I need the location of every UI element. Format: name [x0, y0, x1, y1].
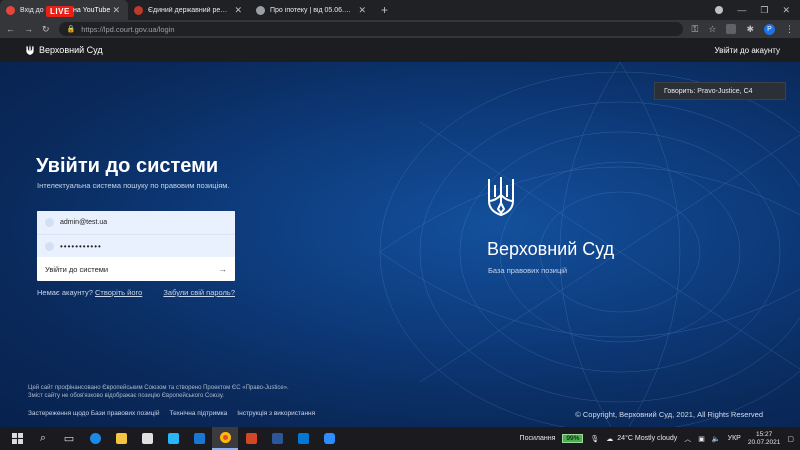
email-field-icon	[45, 218, 54, 227]
live-caption: на YouTube	[73, 7, 111, 14]
live-badge: LIVE	[46, 6, 74, 17]
submit-label: Увійти до системи	[45, 264, 109, 274]
chrome-icon[interactable]	[212, 427, 238, 450]
mail-icon[interactable]	[186, 427, 212, 450]
create-account-link[interactable]: Створіть його	[95, 288, 142, 297]
close-window-icon[interactable]: ✕	[782, 5, 790, 16]
password-value: •••••••••••	[60, 241, 102, 251]
reload-icon[interactable]: ↻	[42, 24, 50, 35]
network-icon[interactable]: ▣	[698, 435, 705, 443]
task-view-icon[interactable]: ▭	[56, 427, 82, 450]
clock-date: 20.07.2021	[747, 438, 781, 446]
search-icon[interactable]: ⌕	[30, 427, 56, 450]
back-icon[interactable]: ←	[6, 24, 15, 34]
network-label: Посилання	[519, 435, 556, 442]
arrow-right-icon: →	[218, 264, 227, 274]
footer-links: Застереження щодо Бази правових позицій …	[28, 410, 315, 417]
login-submit-button[interactable]: Увійти до системи →	[37, 257, 235, 281]
password-field[interactable]: •••••••••••	[37, 234, 235, 257]
weather-text: 24°C Mostly cloudy	[617, 435, 678, 442]
logo-text: Верховний Суд	[39, 45, 103, 55]
maximize-icon[interactable]: ❐	[760, 5, 768, 16]
footer-link-support[interactable]: Технічна підтримка	[169, 410, 227, 417]
windows-taskbar: ⌕ ▭ Посилання 99% 🎙 ☁ 24°C Mostly cloudy…	[0, 427, 800, 450]
tab-court-registry[interactable]: Єдиний державний реєстр суд ✕	[128, 0, 250, 20]
hero-section: Говорить: Pravo-Justice, C4 Увійти до си…	[0, 62, 800, 427]
copyright-text: © Copyright, Верховний Суд, 2021, All Ri…	[575, 410, 763, 419]
lock-icon: 🔒	[66, 26, 76, 33]
address-bar: ← → ↻ 🔒 https://lpd.court.gov.ua/login ⚿…	[0, 20, 800, 38]
eu-note-line: Зміст сайту не обов'язково відображає по…	[28, 393, 224, 399]
footer-link-instructions[interactable]: Інструкція з використання	[237, 410, 315, 417]
email-field[interactable]: admin@test.ua	[37, 211, 235, 234]
login-title: Увійти до системи	[36, 155, 219, 177]
brand-subtitle: База правових позицій	[488, 266, 568, 275]
windows-start-icon[interactable]	[4, 427, 30, 450]
key-icon[interactable]: ⚿	[692, 24, 699, 35]
forgot-password-link[interactable]: Забули свій пароль?	[163, 288, 235, 297]
login-form: admin@test.ua ••••••••••• Увійти до сист…	[37, 211, 235, 281]
brand-title: Верховний Суд	[487, 239, 615, 259]
close-tab-icon[interactable]: ✕	[234, 5, 242, 16]
weather-widget[interactable]: ☁ 24°C Mostly cloudy	[606, 435, 677, 443]
trident-emblem-icon	[488, 177, 514, 217]
mic-icon[interactable]: 🎙	[590, 435, 599, 443]
clock[interactable]: 15:27 20.07.2021	[748, 431, 781, 447]
login-subtitle: Інтелектуальна система пошуку по правови…	[37, 181, 230, 190]
chevron-up-icon[interactable]: ︿	[684, 434, 691, 444]
volume-icon[interactable]: 🔈	[712, 435, 721, 443]
zoom-icon[interactable]	[316, 427, 342, 450]
no-account-text: Немає акаунту?	[37, 288, 93, 297]
email-value: admin@test.ua	[60, 219, 108, 226]
edge-icon[interactable]	[82, 427, 108, 450]
forward-icon[interactable]: →	[24, 24, 33, 34]
new-tab-button[interactable]: +	[374, 0, 395, 20]
eu-funding-note: Цей сайт профінансовано Європейським Сою…	[28, 384, 289, 400]
speaker-indicator: Говорить: Pravo-Justice, C4	[654, 82, 786, 100]
extension-icon[interactable]	[726, 24, 737, 34]
file-explorer-icon[interactable]	[108, 427, 134, 450]
close-tab-icon[interactable]: ✕	[358, 5, 366, 16]
word-icon[interactable]	[264, 427, 290, 450]
url-text: https://lpd.court.gov.ua/login	[81, 24, 175, 34]
record-icon[interactable]	[715, 6, 724, 14]
store-icon[interactable]	[134, 427, 160, 450]
close-tab-icon[interactable]: ✕	[112, 5, 120, 16]
court-favicon-icon	[6, 5, 15, 15]
profile-avatar[interactable]: P	[764, 23, 775, 35]
password-field-icon	[45, 241, 54, 251]
powerpoint-icon[interactable]	[238, 427, 264, 450]
outlook-icon[interactable]	[290, 427, 316, 450]
header-login-link[interactable]: Увійти до акаунту	[715, 46, 780, 55]
minimize-icon[interactable]: —	[737, 5, 746, 15]
tab-title: Про іпотеку | від 05.06.2003 №	[270, 6, 353, 14]
language-indicator[interactable]: УКР	[728, 435, 741, 442]
app-l-icon[interactable]	[160, 427, 186, 450]
registry-favicon-icon	[134, 5, 143, 15]
system-tray: Посилання 99% 🎙 ☁ 24°C Mostly cloudy ︿ ▣…	[520, 431, 800, 447]
eu-note-line: Цей сайт профінансовано Європейським Сою…	[28, 385, 289, 391]
site-logo[interactable]: Верховний Суд	[26, 45, 103, 55]
form-links: Немає акаунту? Створіть його Забули свій…	[37, 288, 235, 297]
cloud-icon: ☁	[606, 435, 614, 443]
browser-tab-bar: Вхід до системи ✕ Єдиний державний реєст…	[0, 0, 800, 20]
tab-title: Єдиний державний реєстр суд	[148, 6, 229, 14]
star-icon[interactable]: ☆	[708, 24, 716, 35]
battery-indicator[interactable]: 99%	[562, 434, 584, 443]
notifications-icon[interactable]: ▢	[787, 435, 794, 443]
window-controls: — ❐ ✕	[715, 0, 800, 20]
menu-icon[interactable]: ⋮	[785, 24, 794, 35]
url-field[interactable]: 🔒 https://lpd.court.gov.ua/login	[58, 22, 683, 36]
tab-mortgage-law[interactable]: Про іпотеку | від 05.06.2003 № ✕	[250, 0, 374, 20]
trident-icon	[26, 45, 34, 55]
document-favicon-icon	[256, 5, 265, 15]
site-header: Верховний Суд Увійти до акаунту	[0, 38, 800, 62]
footer-link-disclaimer[interactable]: Застереження щодо Бази правових позицій	[28, 410, 159, 417]
clock-time: 15:27	[755, 430, 773, 438]
puzzle-icon[interactable]: ✱	[746, 24, 754, 35]
